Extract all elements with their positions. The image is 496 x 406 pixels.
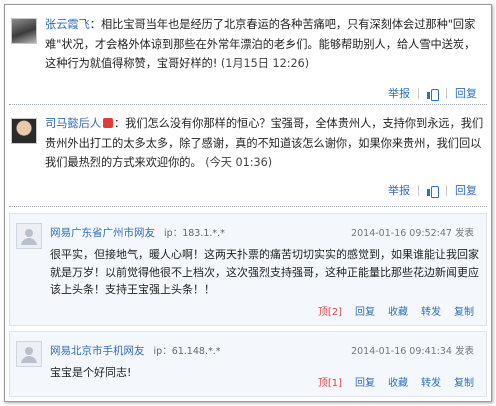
post-username[interactable]: 张云霞飞 [45,18,90,31]
report-link[interactable]: 举报 [388,85,410,101]
default-avatar-icon [16,223,42,249]
reply-link[interactable]: 回复 [455,85,477,101]
weibo-post: 张云霞飞：相比宝哥当年也是经历了北京春运的各种苦痛吧，只有深刻体会过那种"回家难… [5,5,491,103]
verified-badge-icon [102,118,113,128]
comment-username[interactable]: 网易广东省广州市网友 [50,227,155,239]
comment-header: 网易北京市手机网友 ip：61.148.*.* 2014-01-16 09:41… [50,343,482,357]
reply-link[interactable]: 回复 [355,303,375,318]
avatar[interactable] [11,18,37,44]
divider [446,87,447,99]
comment-ip: ip：61.148.*.* [153,346,221,357]
post-time: (1月15日 12:26) [220,57,310,70]
copy-link[interactable]: 复制 [454,303,474,318]
reply-link[interactable]: 回复 [355,374,375,389]
name-separator: ： [113,117,126,130]
screenshot-frame: 张云霞飞：相比宝哥当年也是经历了北京春运的各种苦痛吧，只有深刻体会过那种"回家难… [4,4,492,402]
comment-header: 网易广东省广州市网友 ip：183.1.*.* 2014-01-16 09:52… [50,225,482,239]
comment-date: 2014-01-16 09:41:34 发表 [351,346,474,357]
report-link[interactable]: 举报 [388,182,410,198]
favorite-link[interactable]: 收藏 [388,374,408,389]
copy-link[interactable]: 复制 [454,374,474,389]
post-body: 司马懿后人 ：我们怎么没有你那样的恒心？宝强哥，全体贵州人，支持你到永远，我们贵州… [45,114,485,173]
post-divider [9,206,487,207]
post-actions: 举报 回复 [388,182,477,198]
share-link[interactable]: 转发 [421,374,441,389]
comment-username[interactable]: 网易北京市手机网友 [50,345,145,357]
divider [446,184,447,196]
divider [418,184,419,196]
thumbs-up-icon[interactable] [427,185,439,198]
post-username[interactable]: 司马懿后人 [45,117,101,130]
comment-actions: 顶[2] 回复 收藏 转发 复制 [318,303,474,318]
thumbs-up-icon[interactable] [427,88,439,101]
comment-item: 网易北京市手机网友 ip：61.148.*.* 2014-01-16 09:41… [9,331,487,397]
comment-date: 2014-01-16 09:52:47 发表 [351,228,474,239]
default-avatar-icon [16,341,42,367]
share-link[interactable]: 转发 [421,303,441,318]
comment-ip: ip：183.1.*.* [164,228,225,239]
weibo-post: 司马懿后人 ：我们怎么没有你那样的恒心？宝强哥，全体贵州人，支持你到永远，我们贵州… [5,104,491,204]
post-actions: 举报 回复 [388,85,477,101]
comment-actions: 顶[1] 回复 收藏 转发 复制 [318,374,474,389]
avatar[interactable] [11,118,37,144]
post-time: (今天 01:36) [205,156,273,169]
post-body: 张云霞飞：相比宝哥当年也是经历了北京春运的各种苦痛吧，只有深刻体会过那种"回家难… [45,15,485,74]
divider [418,87,419,99]
comment-text: 很平实，但接地气，暖人心啊！这两天扑票的痛苦切切实实的感觉到，如果谁能让我回家就… [50,248,479,296]
upvote-link[interactable]: 顶[2] [318,303,342,318]
name-separator: ： [89,18,101,31]
comment-item: 网易广东省广州市网友 ip：183.1.*.* 2014-01-16 09:52… [9,213,487,326]
favorite-link[interactable]: 收藏 [388,303,408,318]
reply-link[interactable]: 回复 [455,182,477,198]
upvote-link[interactable]: 顶[1] [318,374,342,389]
